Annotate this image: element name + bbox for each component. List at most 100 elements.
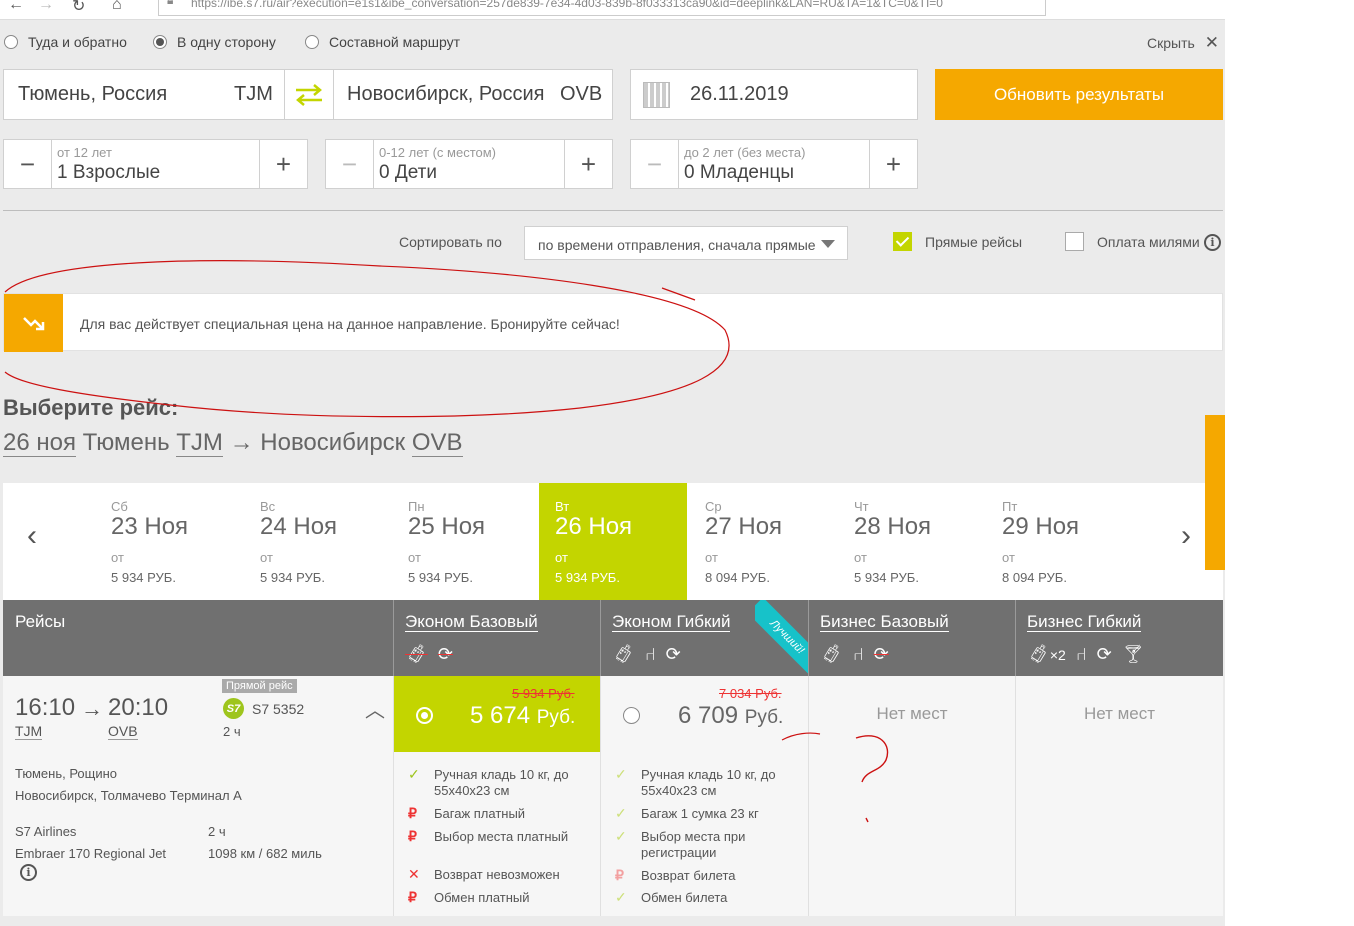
no-seats-label: Нет мест — [1083, 704, 1156, 723]
price-down-icon — [4, 294, 63, 352]
infants-plus-button[interactable]: + — [869, 140, 917, 188]
check-icon: ✓ — [615, 805, 627, 821]
hide-search-button[interactable]: Скрыть ✕ — [1147, 33, 1219, 53]
date-from: от — [705, 550, 718, 565]
home-icon[interactable]: ⌂ — [112, 0, 122, 14]
date-field[interactable]: 26.11.2019 — [630, 69, 918, 120]
children-stepper[interactable]: − 0-12 лет (с местом) 0 Дети + — [325, 139, 613, 189]
date-from: от — [408, 550, 421, 565]
date-from: от — [1002, 550, 1015, 565]
fare-header-business-flex[interactable]: Бизнес Гибкий 🧳︎×2 ⑁ ⟳ 🍸︎ — [1015, 600, 1223, 676]
date-day: 25 Ноя — [408, 513, 486, 540]
address-bar-url: https://ibe.s7.ru/air?execution=e1s1&ibe… — [191, 0, 943, 10]
miles-payment-checkbox[interactable] — [1065, 232, 1084, 251]
best-ribbon: Лучший! — [755, 600, 808, 676]
route-from-code[interactable]: TJM — [176, 429, 223, 457]
chevron-right-icon[interactable]: › — [1181, 519, 1191, 553]
children-hint: 0-12 лет (с местом) — [379, 145, 496, 160]
radio-roundtrip[interactable] — [4, 35, 18, 49]
date-day: 23 Ноя — [111, 513, 189, 540]
fare-feature: Обмен билета — [641, 890, 728, 905]
date-day: 24 Ноя — [260, 513, 338, 540]
date-dow: Вс — [260, 499, 276, 514]
flights-header-label: Рейсы — [15, 612, 66, 631]
fare-price-cell[interactable]: 5 934 Руб. 5 674 Руб. — [394, 676, 600, 752]
fare-feature: Ручная кладь 10 кг, до 55x40x23 см — [641, 767, 776, 798]
date-price: 8 094 РУБ. — [705, 570, 770, 585]
infants-stepper[interactable]: − до 2 лет (без места) 0 Младенцы + — [630, 139, 918, 189]
radio-multicity[interactable] — [305, 35, 319, 49]
route-to-code[interactable]: OVB — [411, 429, 463, 457]
fare-eco-flex[interactable]: 7 034 Руб. 6 709 Руб. ✓ Ручная кладь 10 … — [601, 676, 808, 916]
arrow-right-icon: → — [81, 696, 103, 721]
sort-select[interactable]: по времени отправления, сначала прямые — [524, 226, 848, 260]
arrival-airport: Новосибирск, Толмачево Терминал А — [15, 788, 242, 803]
adults-stepper[interactable]: − от 12 лет 1 Взрослые + — [3, 139, 308, 189]
booking-page: ← → ↻ ⌂ 🔒︎ https://ibe.s7.ru/air?executi… — [0, 0, 1225, 926]
trip-multicity[interactable]: Составной маршрут — [305, 34, 460, 50]
browser-toolbar: ← → ↻ ⌂ 🔒︎ https://ibe.s7.ru/air?executi… — [0, 0, 1225, 20]
chevron-left-icon[interactable]: ‹ — [27, 519, 37, 553]
date-tab-23[interactable]: Сб 23 Ноя от 5 934 РУБ. — [95, 483, 243, 600]
forward-icon[interactable]: → — [38, 0, 54, 14]
adults-minus-button[interactable]: − — [4, 140, 52, 188]
address-bar[interactable]: 🔒︎ https://ibe.s7.ru/air?execution=e1s1&… — [158, 0, 1046, 16]
date-value: 26.11.2019 — [690, 83, 789, 105]
radio-oneway[interactable] — [153, 35, 167, 49]
origin-field[interactable]: Тюмень, Россия TJM — [3, 69, 285, 120]
fare-header-eco-basic[interactable]: Эконом Базовый 🧳︎ ⟳ — [393, 600, 600, 676]
children-minus-button[interactable]: − — [326, 140, 374, 188]
destination-field[interactable]: Новосибирск, Россия OVB — [333, 69, 613, 120]
date-tab-27[interactable]: Ср 27 Ноя от 8 094 РУБ. — [689, 483, 837, 600]
swap-button[interactable] — [284, 69, 334, 120]
cross-icon: ✕ — [408, 866, 420, 882]
destination-code: OVB — [560, 83, 603, 105]
adults-plus-button[interactable]: + — [259, 140, 307, 188]
fare-radio[interactable] — [623, 707, 640, 724]
fare-feature: Обмен платный — [434, 890, 530, 905]
fare-header-business-basic[interactable]: Бизнес Базовый 🧳︎ ⑁ ⟳ — [808, 600, 1015, 676]
direct-flights-checkbox[interactable] — [893, 232, 912, 251]
flight-duration-detail: 2 ч — [208, 824, 226, 839]
date-price: 5 934 РУБ. — [408, 570, 473, 585]
infants-minus-button[interactable]: − — [631, 140, 679, 188]
children-plus-button[interactable]: + — [564, 140, 612, 188]
date-price: 5 934 РУБ. — [555, 570, 620, 585]
arrival-code[interactable]: OVB — [108, 723, 138, 740]
update-results-button[interactable]: Обновить результаты — [935, 69, 1223, 120]
date-tab-26-selected[interactable]: Вт 26 Ноя от 5 934 РУБ. — [539, 483, 687, 600]
info-icon[interactable]: i — [20, 864, 37, 881]
back-icon[interactable]: ← — [8, 0, 24, 14]
fare-eco-basic[interactable]: 5 934 Руб. 5 674 Руб. ✓ Ручная кладь 10 … — [394, 676, 600, 916]
trip-oneway[interactable]: В одну сторону — [153, 34, 276, 50]
ruble-icon: ₽ — [615, 867, 624, 883]
refund-crossed-icon: ⟳ — [873, 644, 889, 664]
route-date[interactable]: 26 ноя — [3, 429, 76, 457]
check-icon: ✓ — [615, 889, 627, 905]
date-dow: Ср — [705, 499, 722, 514]
date-tab-29[interactable]: Пт 29 Ноя от 8 094 РУБ. — [986, 483, 1134, 600]
date-tab-25[interactable]: Пн 25 Ноя от 5 934 РУБ. — [392, 483, 540, 600]
calendar-icon — [643, 82, 670, 108]
date-dow: Вт — [555, 499, 570, 514]
fare-name: Бизнес Базовый — [820, 612, 949, 632]
direct-flights-label: Прямые рейсы — [925, 234, 1023, 250]
price-currency: Руб. — [536, 707, 576, 728]
date-dow: Пн — [408, 499, 425, 514]
children-value: 0 Дети — [379, 162, 437, 183]
adults-hint: от 12 лет — [57, 145, 112, 160]
fare-price-cell[interactable]: 7 034 Руб. 6 709 Руб. — [601, 676, 808, 752]
refresh-icon[interactable]: ↻ — [72, 0, 85, 16]
date-dow: Сб — [111, 499, 128, 514]
departure-code[interactable]: TJM — [15, 723, 43, 740]
date-price: 5 934 РУБ. — [111, 570, 176, 585]
feedback-tab[interactable] — [1205, 415, 1225, 570]
date-tab-24[interactable]: Вс 24 Ноя от 5 934 РУБ. — [244, 483, 392, 600]
chevron-up-icon[interactable]: ︿ — [365, 694, 385, 723]
trip-roundtrip[interactable]: Туда и обратно — [4, 34, 127, 50]
hide-label: Скрыть — [1147, 35, 1195, 51]
fare-radio[interactable] — [416, 707, 433, 724]
info-icon[interactable]: i — [1204, 234, 1221, 251]
date-tab-28[interactable]: Чт 28 Ноя от 5 934 РУБ. — [838, 483, 986, 600]
ruble-icon: ₽ — [408, 805, 417, 821]
